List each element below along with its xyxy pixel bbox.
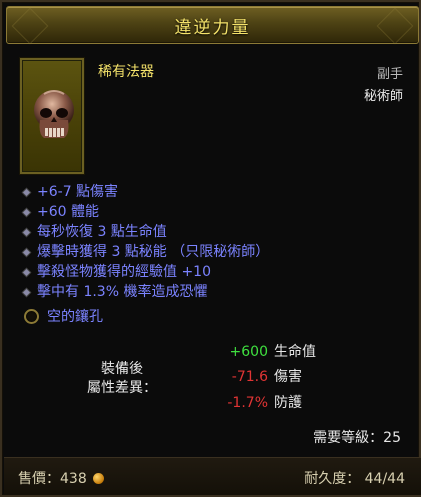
comparison-row-armor: -1.7% 防護 [202,393,302,413]
item-icon-frame [20,58,84,174]
title-bar: 違逆力量 [6,6,419,44]
socket-label: 空的鑲孔 [47,309,103,325]
required-level: 需要等級：25 [313,430,401,446]
bullet-icon [22,208,31,216]
comparison-value: -71.6 [231,369,268,385]
comparison-label-line2: 屬性差異： [87,380,157,396]
item-name: 違逆力量 [174,17,251,38]
skull-icon [34,90,74,138]
affix-row: +6-7 點傷害 [22,182,402,202]
bullet-icon [22,268,31,276]
durability: 耐久度： 44/44 [304,471,405,487]
affix-text: +60 體能 [37,204,99,220]
comparison-row-life: +600 生命值 [202,342,316,362]
affix-row: 擊殺怪物獲得的經驗值 +10 [22,262,402,282]
item-header: 稀有法器 副手 秘術師 [18,54,407,179]
bullet-icon [22,248,31,256]
comparison-stat: 生命值 [274,344,316,360]
affix-row: 爆擊時獲得 3 點秘能 （只限秘術師） [22,242,402,262]
bullet-icon [22,228,31,236]
item-tooltip: 違逆力量 稀有法器 副手 秘術師 +6-7 點傷害 +60 體能 每秒恢復 3 … [0,0,421,497]
sell-price: 售價：438 [18,468,104,488]
bullet-icon [22,288,31,296]
comparison-stat: 防護 [274,395,302,411]
affix-row: 每秒恢復 3 點生命值 [22,222,402,242]
item-slot: 副手 [376,67,403,82]
comparison-row-damage: -71.6 傷害 [202,367,302,387]
item-class-restriction: 秘術師 [363,89,403,104]
comparison-stat: 傷害 [274,369,302,385]
affix-row: +60 體能 [22,202,402,222]
comparison-value: -1.7% [227,395,268,411]
affix-text: 每秒恢復 3 點生命值 [37,224,167,240]
comparison-value: +600 [229,344,268,360]
affix-text: 爆擊時獲得 3 點秘能 （只限秘術師） [37,244,270,260]
empty-socket: 空的鑲孔 [24,306,103,326]
affix-text: 擊中有 1.3% 機率造成恐懼 [37,284,208,300]
bullet-icon [22,188,31,196]
comparison-label-line1: 裝備後 [101,361,143,377]
affix-text: +6-7 點傷害 [37,184,119,200]
gold-coin-icon [92,472,104,484]
affix-text: 擊殺怪物獲得的經驗值 +10 [37,264,211,280]
affix-row: 擊中有 1.3% 機率造成恐懼 [22,282,402,302]
affix-list: +6-7 點傷害 +60 體能 每秒恢復 3 點生命值 爆擊時獲得 3 點秘能 … [22,182,402,302]
comparison-label: 裝備後 屬性差異： [74,360,170,398]
tooltip-footer: 售價：438 耐久度： 44/44 [4,457,421,495]
sell-price-text: 售價：438 [18,471,87,487]
socket-ring-icon [24,308,39,324]
item-rarity: 稀有法器 [98,64,154,80]
